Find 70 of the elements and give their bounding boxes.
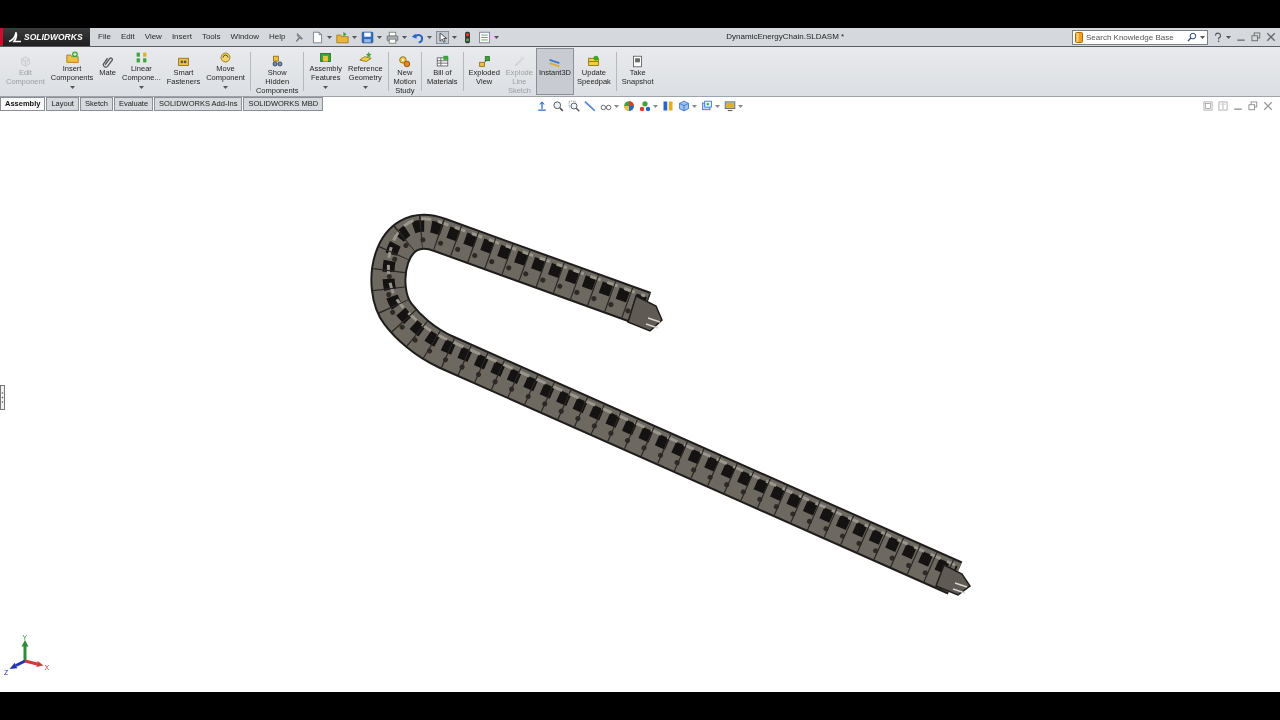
caret-icon (323, 86, 329, 89)
paperclip-icon (101, 55, 115, 68)
panels-icon[interactable] (662, 100, 674, 112)
caret-icon[interactable] (738, 104, 743, 108)
disc-icon (219, 51, 233, 64)
caret-icon[interactable] (715, 104, 720, 108)
box-icon (176, 55, 190, 68)
logo-mark-icon (8, 31, 22, 43)
caret-icon[interactable] (401, 35, 407, 39)
menu-item[interactable]: Help (264, 31, 291, 43)
book-icon (1075, 31, 1083, 43)
caret-icon[interactable] (451, 35, 457, 39)
monitor-icon[interactable] (724, 100, 736, 112)
caret-icon[interactable] (692, 104, 697, 108)
pointer-icon[interactable] (435, 30, 449, 44)
color-ball-icon[interactable] (623, 100, 635, 112)
brand-name: SOLIDWORKS (24, 32, 83, 42)
arrow-on-base-icon[interactable] (536, 100, 548, 112)
table-icon (435, 55, 449, 68)
line-sketch-icon (512, 55, 526, 68)
shapes-icon (270, 55, 284, 68)
menu-item[interactable]: File (93, 31, 116, 43)
pen-icon[interactable] (584, 100, 596, 112)
save-icon[interactable] (360, 30, 374, 44)
pin-icon[interactable] (293, 32, 303, 42)
caret-icon[interactable] (493, 35, 499, 39)
caret-icon (223, 86, 229, 89)
caret-icon[interactable] (426, 35, 432, 39)
close-icon[interactable] (1263, 101, 1273, 111)
caret-icon (362, 86, 368, 89)
help-icon[interactable] (1213, 31, 1223, 43)
caret-icon (69, 86, 75, 89)
discs-icon (398, 55, 412, 68)
caret-icon (138, 86, 144, 89)
block-icon (319, 51, 333, 64)
plane-star-icon (358, 51, 372, 64)
printer-icon[interactable] (385, 30, 399, 44)
caret-icon[interactable] (653, 104, 658, 108)
restore-icon[interactable] (1248, 101, 1258, 111)
tile-icon[interactable] (1203, 101, 1213, 111)
caret-icon[interactable] (326, 35, 332, 39)
caret-icon[interactable] (351, 35, 357, 39)
caret-icon[interactable] (1200, 35, 1205, 39)
grip-icon[interactable] (0, 385, 5, 410)
folder-plus-icon (65, 51, 79, 64)
menu-item[interactable]: View (139, 31, 167, 43)
document-title: DynamicEnergyChain.SLDASM * (726, 31, 845, 43)
caret-icon[interactable] (1226, 35, 1231, 39)
restore-icon[interactable] (1251, 32, 1261, 42)
linked-squares-icon (477, 55, 491, 68)
search-icon[interactable] (1187, 32, 1197, 42)
cube-icon (18, 55, 32, 68)
stacked-views-icon[interactable] (701, 100, 713, 112)
caret-icon[interactable] (614, 104, 619, 108)
menu-item[interactable]: Edit (115, 31, 140, 43)
close-icon[interactable] (1266, 32, 1276, 42)
picture-icon (631, 55, 645, 68)
menu-item[interactable]: Insert (166, 31, 197, 43)
zoom-area-icon[interactable] (568, 100, 580, 112)
cube-icon[interactable] (678, 100, 690, 112)
grid-pattern-icon (134, 51, 148, 64)
circles-icon[interactable] (639, 100, 651, 112)
package-icon (587, 55, 601, 68)
new-document-icon[interactable] (310, 30, 324, 44)
menu-item[interactable]: Window (225, 31, 265, 43)
search-box[interactable]: Search Knowledge Base (1072, 29, 1208, 45)
search-input[interactable]: Search Knowledge Base (1086, 30, 1184, 44)
menu-item[interactable]: Tools (196, 31, 226, 43)
zoom-icon[interactable] (552, 100, 564, 112)
caret-icon[interactable] (376, 35, 382, 39)
